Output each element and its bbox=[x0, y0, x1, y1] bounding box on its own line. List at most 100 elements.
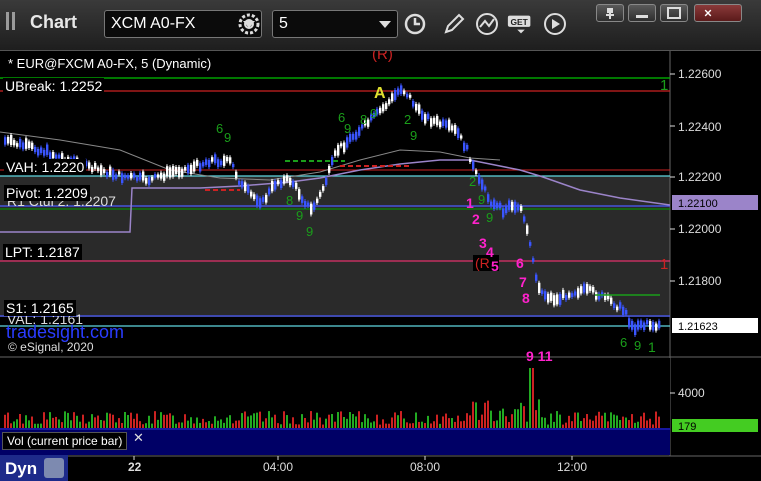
volume-bar bbox=[379, 424, 381, 428]
price-bar bbox=[280, 180, 283, 189]
svg-text:1.22000: 1.22000 bbox=[678, 222, 722, 236]
svg-text:9: 9 bbox=[410, 128, 417, 143]
price-bar bbox=[382, 104, 385, 112]
chevron-down-icon[interactable] bbox=[379, 21, 391, 28]
price-bar bbox=[133, 173, 136, 178]
volume-bar bbox=[289, 423, 291, 428]
volume-bar bbox=[91, 414, 93, 428]
play-icon[interactable] bbox=[540, 10, 570, 38]
volume-bar bbox=[109, 413, 111, 428]
price-bar bbox=[91, 166, 94, 173]
price-bar bbox=[469, 158, 472, 163]
volume-bar bbox=[445, 413, 447, 428]
price-bar bbox=[214, 154, 217, 164]
svg-text:1.21800: 1.21800 bbox=[678, 274, 722, 288]
volume-bar bbox=[181, 422, 183, 428]
volume-bar bbox=[493, 421, 495, 428]
volume-bar bbox=[631, 414, 633, 428]
price-bar bbox=[496, 202, 499, 209]
volume-bar bbox=[595, 415, 597, 428]
volume-bar bbox=[67, 412, 69, 428]
price-bar bbox=[274, 180, 277, 190]
price-bar bbox=[97, 167, 100, 172]
vah-label: VAH: 1.2220 bbox=[4, 159, 87, 175]
volume-bar bbox=[100, 420, 102, 428]
line-chart-icon[interactable] bbox=[472, 10, 502, 38]
price-bar bbox=[283, 176, 286, 184]
minimize-icon[interactable] bbox=[628, 4, 656, 22]
volume-bar bbox=[418, 421, 420, 428]
price-bar bbox=[157, 174, 160, 178]
red-one-marker: 1 bbox=[660, 256, 668, 273]
settings-gear-icon[interactable] bbox=[234, 10, 264, 38]
symbol-input[interactable]: XCM A0-FX bbox=[111, 15, 195, 33]
price-bar bbox=[517, 204, 520, 211]
title-bar: Chart XCM A0-FX 5 GET bbox=[0, 0, 761, 51]
volume-bar bbox=[43, 412, 45, 428]
price-bar bbox=[145, 177, 148, 184]
price-chart[interactable]: 69 899 698 9 29 299 69 1.22600 1.22400 1.… bbox=[0, 51, 761, 481]
close-icon[interactable] bbox=[694, 4, 742, 22]
price-bar bbox=[457, 128, 460, 139]
volume-bar bbox=[34, 423, 36, 428]
price-bar bbox=[571, 293, 574, 297]
volume-bar bbox=[190, 417, 192, 428]
price-bar bbox=[250, 191, 253, 197]
volume-bar bbox=[94, 417, 96, 428]
price-bar bbox=[289, 177, 292, 186]
volume-bar bbox=[307, 422, 309, 428]
close-icon[interactable]: ✕ bbox=[133, 430, 144, 446]
dynamic-settings-icon[interactable] bbox=[44, 458, 64, 478]
volume-bar bbox=[130, 412, 132, 428]
drag-grip-icon[interactable] bbox=[6, 12, 20, 30]
svg-text:9 11: 9 11 bbox=[526, 348, 553, 364]
volume-bar bbox=[502, 408, 504, 428]
svg-text:6: 6 bbox=[216, 121, 223, 136]
price-bar bbox=[583, 283, 586, 293]
price-bar bbox=[439, 121, 442, 128]
clock-icon[interactable] bbox=[400, 10, 430, 38]
volume-bar bbox=[559, 414, 561, 428]
get-menu-icon[interactable]: GET bbox=[506, 10, 538, 38]
volume-bar bbox=[376, 414, 378, 428]
volume-bar bbox=[322, 424, 324, 428]
price-bar bbox=[562, 289, 565, 299]
price-bar bbox=[235, 171, 238, 179]
price-bar bbox=[538, 282, 541, 294]
maximize-icon[interactable] bbox=[660, 4, 688, 22]
interval-combobox[interactable]: 5 bbox=[272, 10, 398, 38]
svg-text:5: 5 bbox=[491, 258, 499, 274]
volume-bar bbox=[451, 418, 453, 428]
price-bar bbox=[520, 206, 523, 211]
volume-bar bbox=[112, 414, 114, 428]
volume-bar bbox=[199, 422, 201, 428]
volume-bar bbox=[343, 417, 345, 428]
volume-bar bbox=[496, 420, 498, 428]
svg-text:1.22200: 1.22200 bbox=[678, 170, 722, 184]
volume-bar bbox=[115, 422, 117, 428]
volume-bar bbox=[124, 411, 126, 428]
lpt-label: LPT: 1.2187 bbox=[3, 244, 82, 260]
price-bar bbox=[256, 195, 259, 207]
volume-bar bbox=[178, 422, 180, 428]
volume-bar bbox=[259, 411, 261, 428]
pin-icon[interactable] bbox=[596, 4, 624, 22]
chart-window: Chart XCM A0-FX 5 GET 6 9 8 9 9 6 9 8 9 … bbox=[0, 0, 761, 481]
pencil-icon[interactable] bbox=[438, 10, 468, 38]
price-bar bbox=[307, 202, 310, 206]
volume-bar bbox=[316, 412, 318, 428]
volume-bar bbox=[58, 419, 60, 428]
volume-bar bbox=[424, 423, 426, 428]
price-bar bbox=[322, 186, 325, 191]
price-bar bbox=[217, 159, 220, 168]
volume-bar bbox=[262, 421, 264, 428]
price-bar bbox=[442, 119, 445, 126]
interval-input[interactable]: 5 bbox=[279, 15, 288, 33]
price-bar bbox=[547, 293, 550, 303]
volume-bar bbox=[205, 422, 207, 428]
volume-value-tag-text: 179 bbox=[678, 421, 696, 433]
volume-legend: Vol (current price bar) bbox=[2, 432, 128, 450]
price-bar bbox=[487, 194, 490, 202]
price-bar bbox=[391, 93, 394, 102]
volume-bar bbox=[277, 423, 279, 428]
